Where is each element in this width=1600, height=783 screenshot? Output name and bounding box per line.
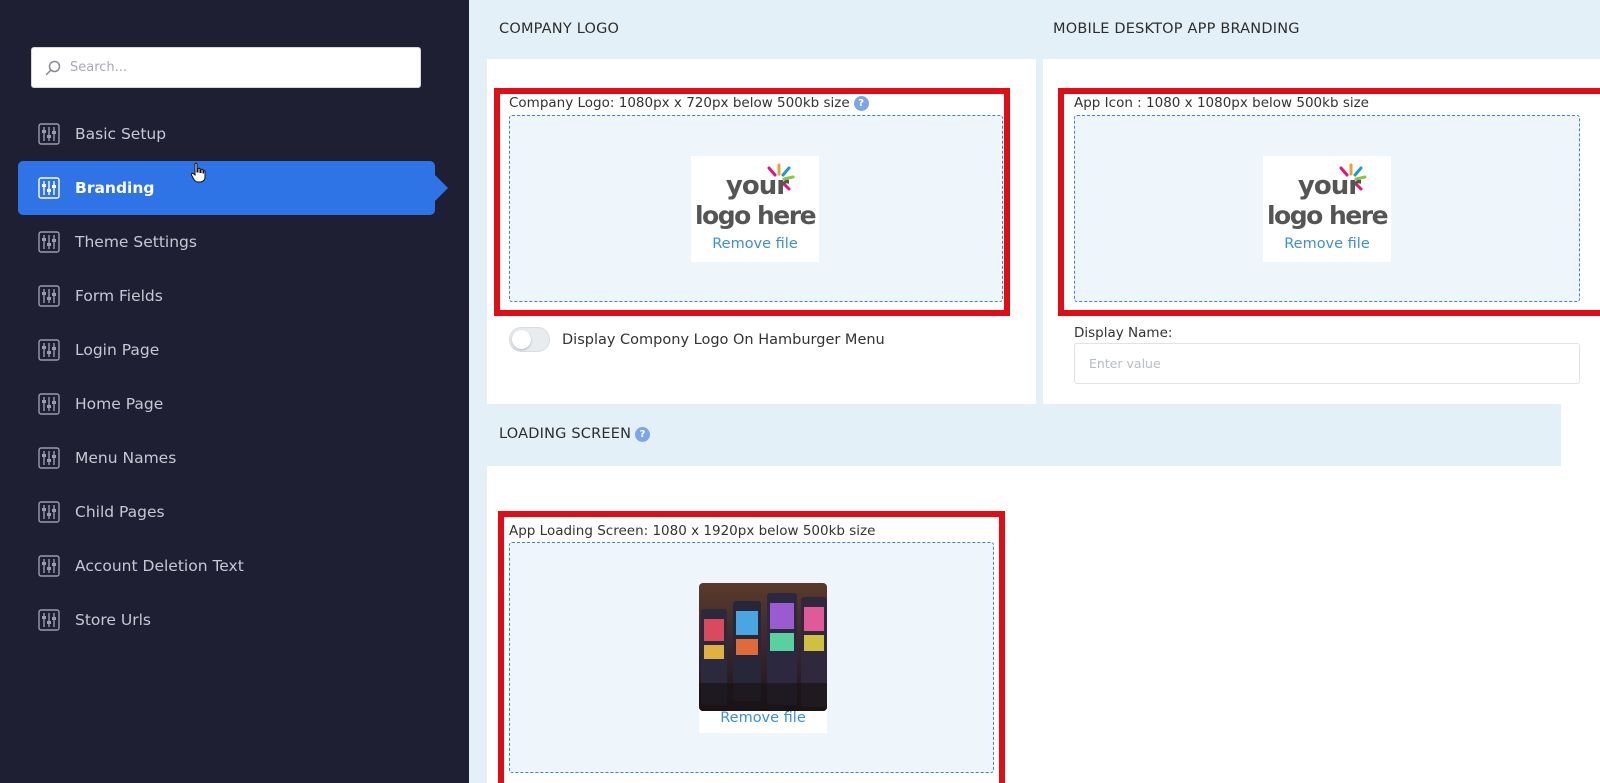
sliders-icon (38, 501, 60, 523)
loading-screen-preview: Remove file (699, 583, 827, 733)
sidebar-item-label: Store Urls (75, 611, 151, 629)
sidebar-item-label: Theme Settings (75, 233, 197, 251)
sliders-icon (38, 609, 60, 631)
loading-screen-dropzone[interactable]: Remove file (509, 542, 994, 773)
company-logo-dropzone[interactable]: your logo here Remove file (509, 115, 1003, 302)
sidebar-item-form-fields[interactable]: Form Fields (18, 269, 435, 323)
sliders-icon (38, 123, 60, 145)
sidebar-item-theme-settings[interactable]: Theme Settings (18, 215, 435, 269)
sidebar-item-menu-names[interactable]: Menu Names (18, 431, 435, 485)
sidebar-item-label: Menu Names (75, 449, 177, 467)
sidebar-item-child-pages[interactable]: Child Pages (18, 485, 435, 539)
sidebar-item-branding[interactable]: Branding (18, 161, 448, 215)
loading-screen-help-icon[interactable]: ? (635, 426, 651, 442)
sidebar-item-label: Account Deletion Text (75, 557, 244, 575)
loading-screen-header: LOADING SCREEN? (487, 404, 1561, 466)
sidebar-item-basic-setup[interactable]: Basic Setup (18, 107, 435, 161)
search-input[interactable] (70, 60, 400, 75)
company-logo-remove-link[interactable]: Remove file (691, 236, 819, 252)
logo-line2: logo here (1267, 201, 1388, 230)
logo-line2: logo here (695, 201, 816, 230)
sidebar-item-label: Basic Setup (75, 125, 167, 143)
app-icon-dropzone[interactable]: your logo here Remove file (1074, 115, 1580, 302)
sidebar-item-label: Form Fields (75, 287, 163, 305)
loading-screen-title: LOADING SCREEN (499, 426, 632, 442)
loading-screen-image (699, 583, 827, 711)
sliders-icon (38, 555, 60, 577)
sidebar-item-login-page[interactable]: Login Page (18, 323, 435, 377)
sidebar: Basic Setup Branding Theme Settings Form Fi… (0, 0, 469, 783)
loading-header-gap (1561, 404, 1600, 466)
sliders-icon (38, 447, 60, 469)
sidebar-item-label: Home Page (75, 395, 164, 413)
sliders-icon (38, 285, 60, 307)
loading-screen-remove-link[interactable]: Remove file (699, 710, 827, 726)
sliders-icon (38, 177, 60, 199)
main-content: COMPANY LOGO MOBILE DESKTOP APP BRANDING… (469, 0, 1600, 783)
app-icon-remove-link[interactable]: Remove file (1263, 236, 1391, 252)
loading-screen-title-wrap: LOADING SCREEN? (499, 426, 651, 442)
sidebar-item-account-deletion-text[interactable]: Account Deletion Text (18, 539, 435, 593)
app-icon-preview: your logo here Remove file (1263, 156, 1391, 262)
sliders-icon (38, 393, 60, 415)
sidebar-item-store-urls[interactable]: Store Urls (18, 593, 435, 647)
company-logo-preview: your logo here Remove file (691, 156, 819, 262)
mobile-branding-title: MOBILE DESKTOP APP BRANDING (1053, 21, 1300, 37)
sliders-icon (38, 339, 60, 361)
toggle-knob (512, 330, 531, 349)
logo-placeholder-image: your logo here (1267, 163, 1389, 230)
display-name-label: Display Name: (1074, 325, 1173, 341)
sidebar-item-label: Child Pages (75, 503, 165, 521)
company-logo-title: COMPANY LOGO (499, 21, 620, 37)
mobile-branding-header: MOBILE DESKTOP APP BRANDING (1043, 0, 1600, 59)
hamburger-logo-toggle[interactable] (509, 327, 550, 352)
sliders-icon (38, 231, 60, 253)
logo-line1: your (726, 171, 789, 201)
mouse-cursor-icon (190, 162, 206, 183)
search-icon (45, 60, 61, 75)
logo-line1: your (1298, 171, 1361, 201)
sidebar-item-label: Login Page (75, 341, 160, 359)
company-logo-header: COMPANY LOGO (469, 0, 1036, 59)
hamburger-logo-toggle-label: Display Compony Logo On Hamburger Menu (562, 332, 885, 348)
logo-placeholder-image: your logo here (695, 163, 817, 230)
sidebar-item-label: Branding (75, 179, 155, 197)
sidebar-item-home-page[interactable]: Home Page (18, 377, 435, 431)
display-name-input[interactable] (1074, 343, 1580, 384)
search-box[interactable] (31, 47, 421, 88)
